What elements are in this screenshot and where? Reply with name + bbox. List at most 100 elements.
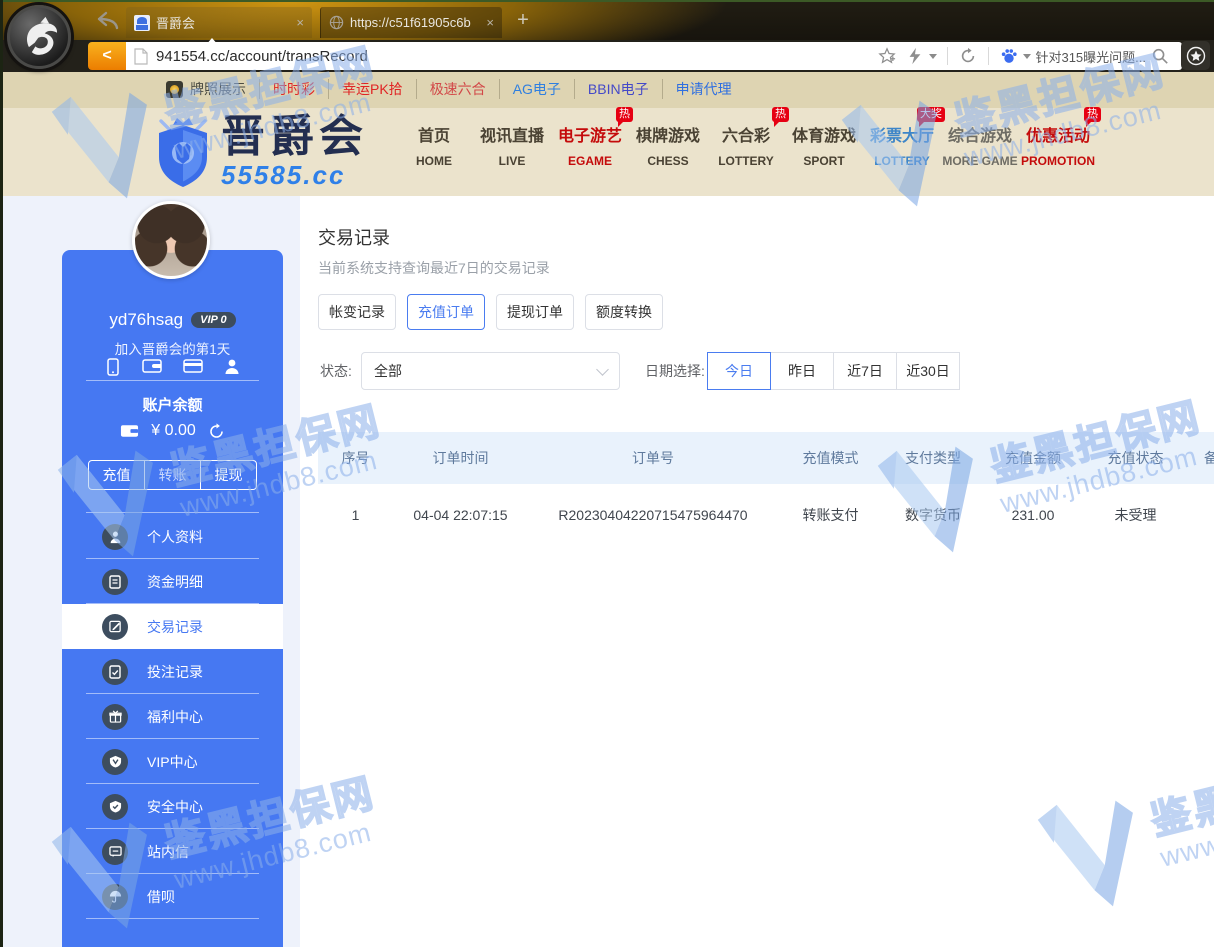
sidebar-item-security-center[interactable]: 安全中心 bbox=[62, 784, 283, 829]
nav-item-home[interactable]: 首页 HOME bbox=[395, 122, 473, 168]
lightning-icon[interactable] bbox=[906, 47, 924, 65]
browser-back-button[interactable]: < bbox=[88, 42, 126, 70]
address-bar[interactable]: 941554.cc/account/transRecord bbox=[126, 42, 1182, 70]
wallet-icon[interactable] bbox=[142, 358, 162, 374]
browser-tab-active[interactable]: 晋爵会 × bbox=[126, 7, 312, 38]
divider bbox=[86, 380, 259, 381]
tab-deposit-orders[interactable]: 充值订单 bbox=[407, 294, 485, 330]
sidebar-item-welfare-center[interactable]: 福利中心 bbox=[62, 694, 283, 739]
refresh-icon[interactable] bbox=[208, 423, 225, 440]
toplink-ag[interactable]: AG电子 bbox=[499, 79, 561, 99]
toplink-liuhe[interactable]: 极速六合 bbox=[416, 79, 486, 99]
toplink-bbin[interactable]: BBIN电子 bbox=[574, 79, 649, 99]
hot-badge: 热 bbox=[1084, 107, 1101, 122]
tab-account-change[interactable]: 帐变记录 bbox=[318, 294, 396, 330]
site-name: 晋爵会 bbox=[221, 114, 368, 160]
star-circle-icon bbox=[1186, 46, 1206, 66]
table-row: 1 04-04 22:07:15 R2023040422071547596447… bbox=[318, 484, 1214, 546]
person-icon[interactable] bbox=[224, 358, 240, 375]
site-logo[interactable]: 晋爵会 55585.cc bbox=[153, 114, 368, 191]
main-nav: 首页 HOME 视讯直播 LIVE 电子游艺 EGAME 热 棋牌游戏 CHES… bbox=[395, 122, 1097, 168]
nav-item-more-game[interactable]: 综合游戏 MORE GAME bbox=[941, 122, 1019, 168]
cell-order-no: R20230404220715475964470 bbox=[528, 484, 778, 546]
record-tabs: 帐变记录 充值订单 提现订单 额度转换 bbox=[318, 294, 663, 330]
sidebar-item-site-mail[interactable]: 站内信 bbox=[62, 829, 283, 874]
search-input[interactable]: 针对315曝光问题... bbox=[1035, 47, 1146, 66]
baidu-paw-icon[interactable] bbox=[1000, 47, 1018, 65]
withdraw-button[interactable]: 提现 bbox=[201, 461, 256, 489]
toplink-license[interactable]: 牌照展示 bbox=[190, 79, 246, 99]
cell-index: 1 bbox=[318, 484, 393, 546]
divider bbox=[86, 512, 259, 513]
tab-title: 晋爵会 bbox=[156, 13, 290, 32]
date-30days-button[interactable]: 近30日 bbox=[896, 352, 960, 390]
document-pen-icon bbox=[102, 614, 128, 640]
leopard-icon bbox=[16, 14, 62, 60]
nav-item-lottery-hall[interactable]: 彩票大厅 LOTTERY 大奖 bbox=[863, 122, 941, 168]
col-order-time: 订单时间 bbox=[393, 432, 528, 484]
date-7days-button[interactable]: 近7日 bbox=[833, 352, 897, 390]
back-arrow-icon[interactable] bbox=[96, 10, 120, 30]
tab-withdraw-orders[interactable]: 提现订单 bbox=[496, 294, 574, 330]
cell-status: 未受理 bbox=[1083, 484, 1188, 546]
divider bbox=[947, 47, 948, 65]
nav-item-lottery6[interactable]: 六合彩 LOTTERY 热 bbox=[707, 122, 785, 168]
col-amount: 充值金额 bbox=[983, 432, 1083, 484]
transfer-button[interactable]: 转账 bbox=[144, 461, 201, 489]
tab-quota-transfer[interactable]: 额度转换 bbox=[585, 294, 663, 330]
balance-label: 账户余额 bbox=[62, 394, 283, 415]
vip-badge: VIP 0 bbox=[191, 312, 236, 328]
cell-deposit-mode: 转账支付 bbox=[778, 484, 883, 546]
search-icon[interactable] bbox=[1151, 47, 1169, 65]
table-header-row: 序号 订单时间 订单号 充值模式 支付类型 充值金额 充值状态 备注 bbox=[318, 432, 1214, 484]
toplink-pk10[interactable]: 幸运PK拾 bbox=[328, 79, 403, 99]
deposit-button[interactable]: 充值 bbox=[89, 461, 144, 489]
address-text[interactable]: 941554.cc/account/transRecord bbox=[156, 48, 873, 65]
page-subtitle: 当前系统支持查询最近7日的交易记录 bbox=[318, 258, 550, 278]
toplink-agent[interactable]: 申请代理 bbox=[662, 79, 732, 99]
sidebar-item-funds-detail[interactable]: 资金明细 bbox=[62, 559, 283, 604]
page-title: 交易记录 bbox=[318, 224, 390, 250]
sidebar-item-loan[interactable]: 借呗 bbox=[62, 874, 283, 919]
date-yesterday-button[interactable]: 昨日 bbox=[770, 352, 834, 390]
nav-item-chess[interactable]: 棋牌游戏 CHESS bbox=[629, 122, 707, 168]
bank-card-icon[interactable] bbox=[183, 358, 203, 374]
page-icon bbox=[134, 48, 148, 65]
sidebar-item-profile[interactable]: 个人资料 bbox=[62, 514, 283, 559]
close-icon[interactable]: × bbox=[296, 15, 304, 30]
vip-medal-icon bbox=[102, 749, 128, 775]
browser-logo[interactable] bbox=[7, 5, 71, 69]
new-tab-button[interactable]: + bbox=[510, 8, 536, 34]
toplink-ssc[interactable]: 时时彩 bbox=[259, 79, 315, 99]
refresh-icon[interactable] bbox=[959, 47, 977, 65]
sidebar-item-vip-center[interactable]: VIP中心 bbox=[62, 739, 283, 784]
balance-actions: 充值 转账 提现 bbox=[88, 460, 257, 490]
col-remark: 备注 bbox=[1188, 432, 1214, 484]
username: yd76hsag bbox=[109, 310, 183, 330]
browser-tab-background[interactable]: https://c51f61905c6b × bbox=[320, 7, 502, 38]
message-icon bbox=[102, 839, 128, 865]
address-bar-row: < 941554.cc/account/transRecord bbox=[0, 40, 1214, 72]
shield-check-icon bbox=[102, 794, 128, 820]
date-today-button[interactable]: 今日 bbox=[707, 352, 771, 390]
cell-pay-type: 数字货币 bbox=[883, 484, 983, 546]
close-icon[interactable]: × bbox=[486, 15, 494, 30]
favorites-button[interactable] bbox=[1181, 41, 1210, 70]
avatar[interactable] bbox=[132, 201, 210, 279]
phone-icon[interactable] bbox=[105, 358, 121, 376]
nav-item-live[interactable]: 视讯直播 LIVE bbox=[473, 122, 551, 168]
sidebar-item-bet-record[interactable]: 投注记录 bbox=[62, 649, 283, 694]
license-icon bbox=[166, 81, 183, 98]
status-select[interactable]: 全部 bbox=[361, 352, 620, 390]
nav-item-promotion[interactable]: 优惠活动 PROMOTION 热 bbox=[1019, 122, 1097, 168]
bookmark-star-icon[interactable] bbox=[878, 47, 896, 65]
nav-item-egame[interactable]: 电子游艺 EGAME 热 bbox=[551, 122, 629, 168]
chevron-down-icon[interactable] bbox=[1023, 54, 1031, 63]
quick-icons bbox=[62, 358, 283, 376]
col-deposit-mode: 充值模式 bbox=[778, 432, 883, 484]
sidebar-item-trans-record[interactable]: 交易记录 bbox=[62, 604, 283, 649]
nav-item-sport[interactable]: 体育游戏 SPORT bbox=[785, 122, 863, 168]
active-tab-caret bbox=[205, 31, 219, 46]
chevron-down-icon[interactable] bbox=[929, 54, 937, 63]
divider bbox=[988, 47, 989, 65]
